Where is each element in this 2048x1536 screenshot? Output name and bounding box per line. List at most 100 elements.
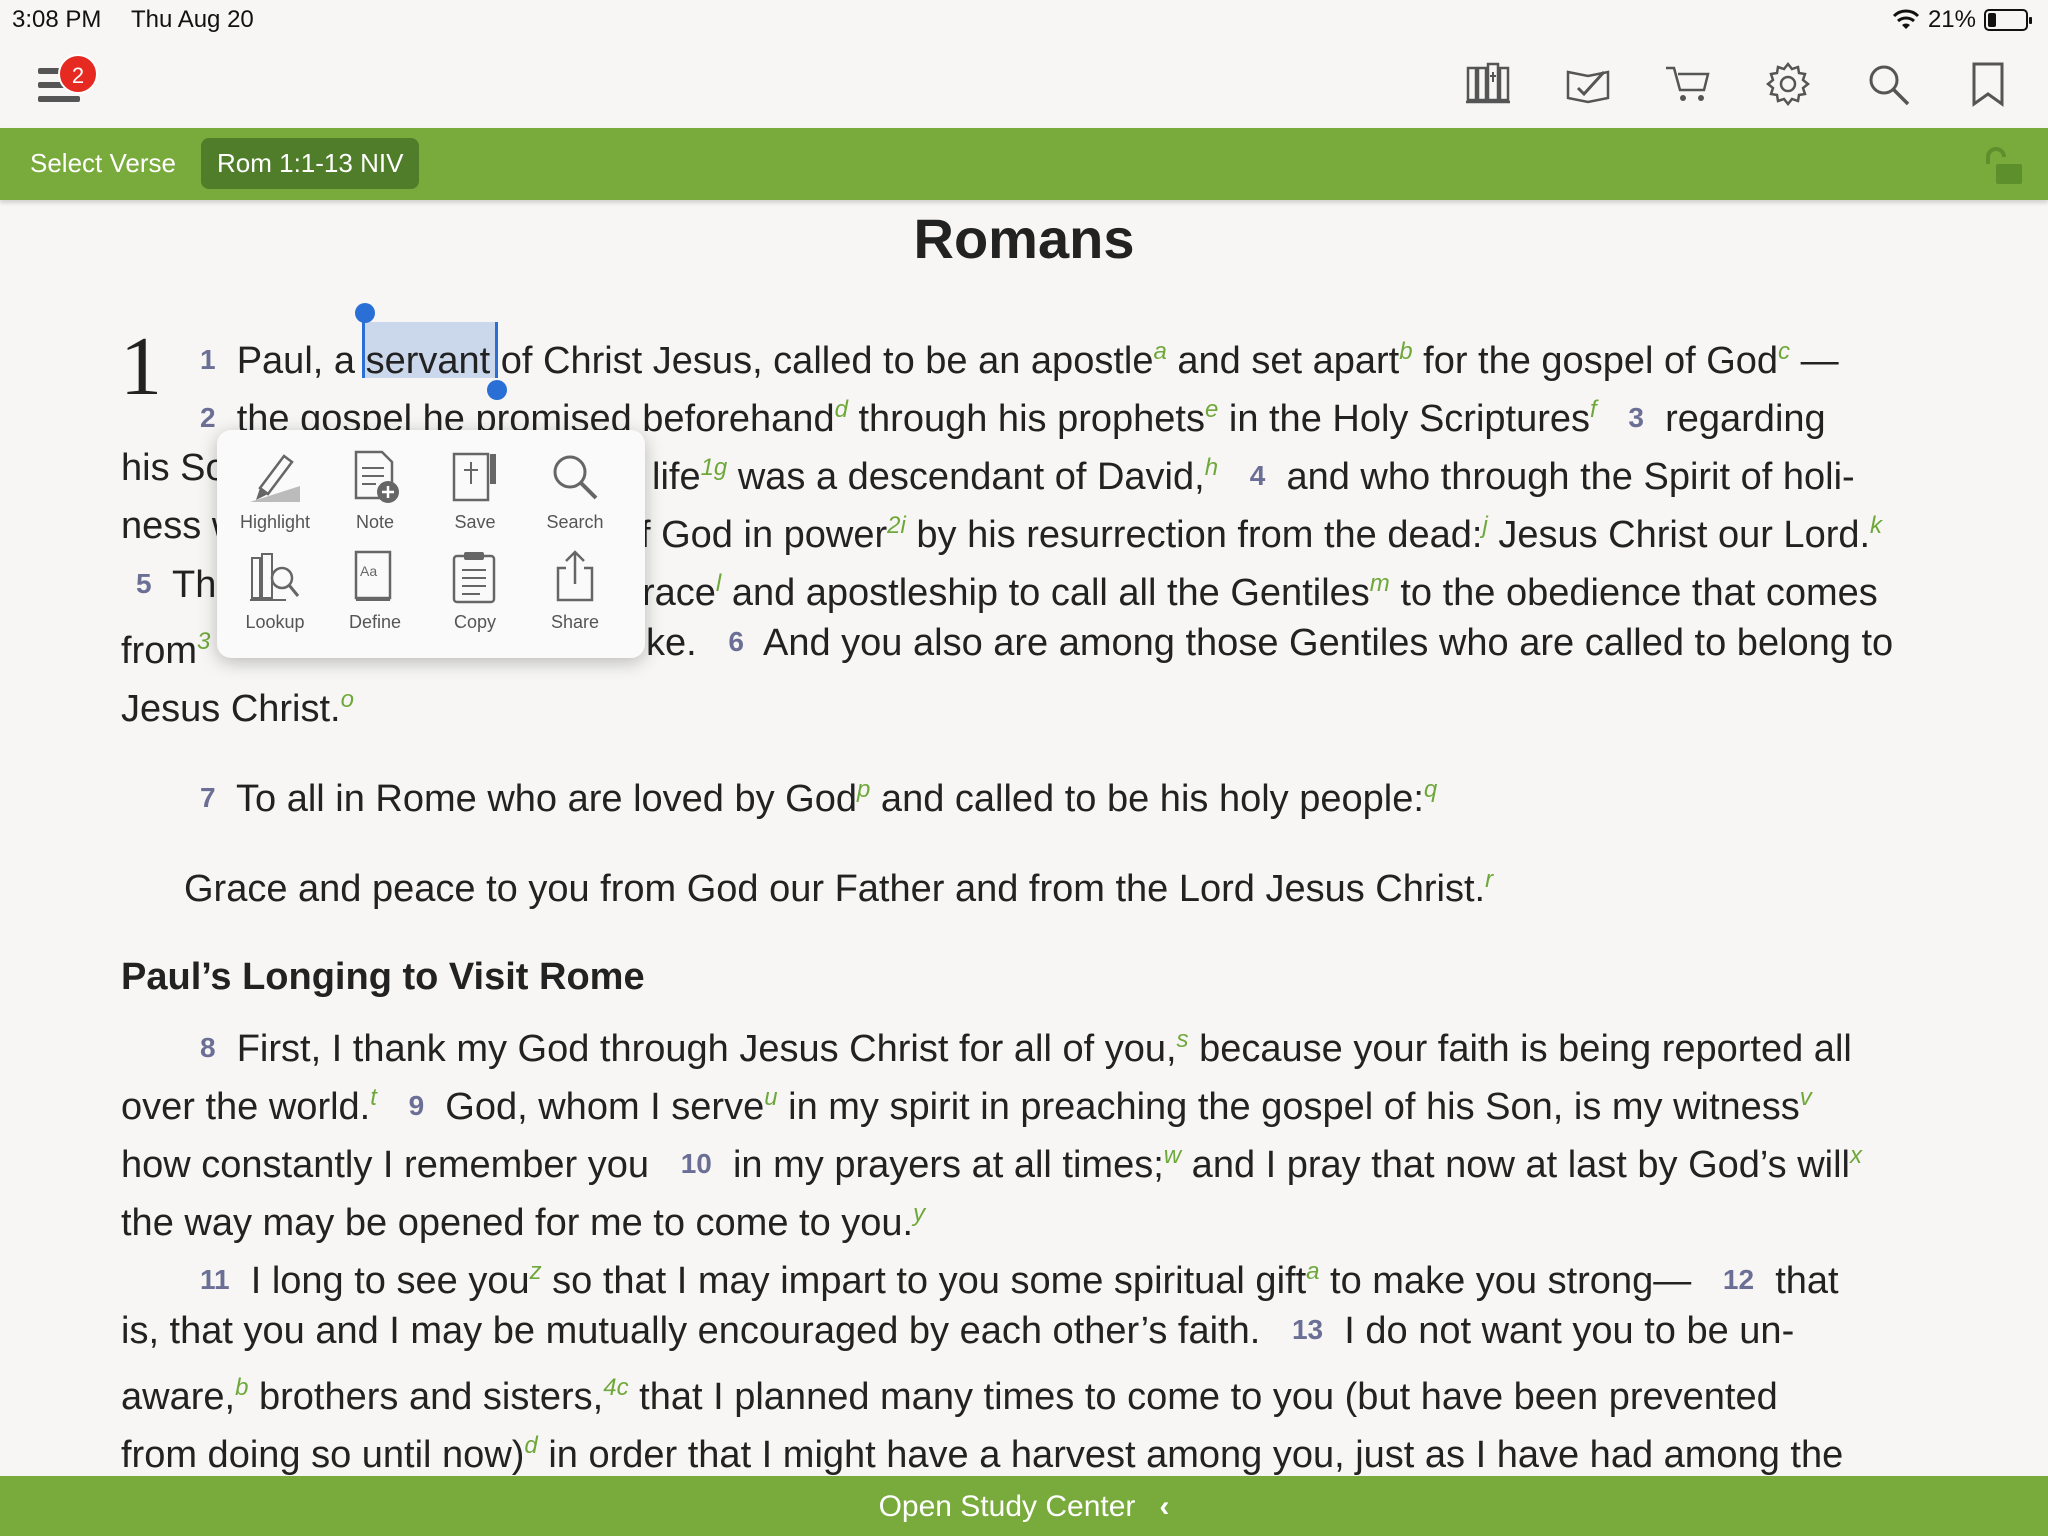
verse-text[interactable]: First, I thank my God through Jesus Chri… xyxy=(237,1028,1177,1070)
footnote-marker[interactable]: b xyxy=(1399,338,1412,365)
verse-text[interactable]: and who through the Spirit of holi- xyxy=(1286,456,1854,498)
gear-icon[interactable] xyxy=(1764,60,1812,108)
verse-text[interactable]: that I planned many times to come to you… xyxy=(629,1376,1778,1418)
verse-text[interactable]: Th xyxy=(172,564,216,606)
define-button[interactable]: Aa Define xyxy=(325,548,425,633)
verse-text[interactable]: and called to be his holy people: xyxy=(870,778,1424,820)
search-icon[interactable] xyxy=(1864,60,1912,108)
verse-text[interactable]: aware, xyxy=(121,1376,235,1418)
copy-button[interactable]: Copy xyxy=(425,548,525,633)
verse-number[interactable]: 5 xyxy=(136,568,152,599)
footnote-marker[interactable]: b xyxy=(235,1374,248,1401)
verse-text[interactable]: regarding xyxy=(1665,398,1826,440)
footnote-marker[interactable]: v xyxy=(1800,1084,1812,1111)
verse-number[interactable]: 7 xyxy=(200,782,216,813)
verse-text[interactable]: f God in power xyxy=(640,514,887,556)
verse-text[interactable]: God, whom I serve xyxy=(445,1086,764,1128)
footnote-marker[interactable]: p xyxy=(857,776,870,803)
verse-text[interactable]: to make you strong— xyxy=(1319,1260,1691,1302)
verse-text[interactable]: Jesus Christ. xyxy=(121,688,341,730)
share-button[interactable]: Share xyxy=(525,548,625,633)
footnote-marker[interactable]: k xyxy=(1870,512,1882,539)
unlock-icon[interactable] xyxy=(1982,144,2026,188)
verse-text[interactable]: because your faith is being reported all xyxy=(1189,1028,1852,1070)
library-icon[interactable] xyxy=(1464,60,1512,108)
select-verse-button[interactable]: Select Verse xyxy=(30,148,176,179)
footnote-marker[interactable]: a xyxy=(1153,338,1166,365)
verse-number[interactable]: 2 xyxy=(200,402,216,433)
footnote-marker[interactable]: f xyxy=(1590,396,1597,423)
verse-text[interactable]: is, that you and I may be mutually encou… xyxy=(121,1310,1260,1352)
verse-text[interactable]: race xyxy=(642,572,716,614)
verse-text[interactable]: the way may be opened for me to come to … xyxy=(121,1202,913,1244)
verse-text[interactable]: for the gospel of God xyxy=(1413,340,1778,382)
verse-text[interactable]: was a descendant of David, xyxy=(727,456,1205,498)
footnote-marker[interactable]: c xyxy=(1778,338,1790,365)
verse-text[interactable]: I long to see you xyxy=(251,1260,530,1302)
footnote-marker[interactable]: 2i xyxy=(887,512,906,539)
cart-icon[interactable] xyxy=(1664,60,1712,108)
verse-number[interactable]: 8 xyxy=(200,1032,216,1063)
verse-text[interactable]: Grace and peace to you from God our Fath… xyxy=(184,868,1485,910)
verse-text[interactable]: that xyxy=(1775,1260,1838,1302)
footnote-marker[interactable]: w xyxy=(1164,1142,1181,1169)
verse-number[interactable]: 6 xyxy=(728,626,744,657)
open-study-center-button[interactable]: Open Study Center ‹ xyxy=(0,1490,2048,1524)
verse-text[interactable]: by his resurrection from the dead: xyxy=(906,514,1482,556)
verse-text[interactable]: in my prayers at all times; xyxy=(733,1144,1164,1186)
footnote-marker[interactable]: d xyxy=(524,1432,537,1459)
verse-number[interactable]: 13 xyxy=(1292,1314,1323,1345)
footnote-marker[interactable]: o xyxy=(341,686,354,713)
reference-button[interactable]: Rom 1:1-13 NIV xyxy=(201,138,420,189)
verse-text[interactable]: — xyxy=(1790,340,1839,382)
verse-text[interactable]: in my spirit in preaching the gospel of … xyxy=(778,1086,1800,1128)
verse-text[interactable]: Paul, a xyxy=(237,340,366,382)
verse-text[interactable]: his So xyxy=(121,447,227,489)
verse-text[interactable]: ke. xyxy=(646,622,697,664)
verse-number[interactable]: 3 xyxy=(1628,402,1644,433)
verse-number[interactable]: 9 xyxy=(409,1090,425,1121)
footnote-marker[interactable]: 1g xyxy=(701,454,728,481)
verse-text[interactable]: To all in Rome who are loved by God xyxy=(236,778,857,820)
footnote-marker[interactable]: u xyxy=(764,1084,777,1111)
verse-text[interactable]: of Christ Jesus, called to be an apostle xyxy=(490,340,1154,382)
footnote-marker[interactable]: q xyxy=(1424,776,1437,803)
verse-number[interactable]: 11 xyxy=(200,1264,230,1295)
verse-text[interactable]: how constantly I remember you xyxy=(121,1144,649,1186)
menu-button[interactable]: 2 xyxy=(38,54,98,108)
note-button[interactable]: Note xyxy=(325,448,425,533)
footnote-marker[interactable]: d xyxy=(835,396,848,423)
verse-number[interactable]: 12 xyxy=(1723,1264,1754,1295)
lookup-button[interactable]: Lookup xyxy=(225,548,325,633)
verse-text[interactable]: over the world. xyxy=(121,1086,370,1128)
verse-number[interactable]: 1 xyxy=(200,344,216,375)
selection-start-handle[interactable] xyxy=(355,303,375,323)
reading-plan-icon[interactable] xyxy=(1564,60,1612,108)
search-button[interactable]: Search xyxy=(525,448,625,533)
verse-text[interactable]: brothers and sisters, xyxy=(248,1376,603,1418)
verse-text[interactable]: and set apart xyxy=(1167,340,1399,382)
verse-text[interactable]: and apostleship to call all the Gentiles xyxy=(721,572,1370,614)
verse-text[interactable]: through his prophets xyxy=(848,398,1204,440)
footnote-marker[interactable]: s xyxy=(1177,1026,1189,1053)
footnote-marker[interactable]: y xyxy=(913,1200,925,1227)
footnote-marker[interactable]: r xyxy=(1485,866,1493,893)
footnote-marker[interactable]: h xyxy=(1205,454,1218,481)
verse-text[interactable]: in order that I might have a harvest amo… xyxy=(538,1434,1843,1476)
selected-word[interactable]: servant xyxy=(366,340,491,382)
verse-text[interactable]: Jesus Christ our Lord. xyxy=(1488,514,1870,556)
footnote-marker[interactable]: e xyxy=(1205,396,1218,423)
footnote-marker[interactable]: z xyxy=(530,1258,542,1285)
verse-text[interactable]: from xyxy=(121,630,197,672)
highlight-button[interactable]: Highlight xyxy=(225,448,325,533)
verse-text[interactable]: from doing so until now) xyxy=(121,1434,524,1476)
verse-text[interactable]: And you also are among those Gentiles wh… xyxy=(763,622,1893,664)
verse-text[interactable]: to the obedience that comes xyxy=(1390,572,1877,614)
verse-text[interactable]: in the Holy Scriptures xyxy=(1218,398,1590,440)
footnote-marker[interactable]: a xyxy=(1306,1258,1319,1285)
bookmark-icon[interactable] xyxy=(1964,60,2012,108)
verse-text[interactable]: so that I may impart to you some spiritu… xyxy=(542,1260,1306,1302)
verse-number[interactable]: 10 xyxy=(681,1148,712,1179)
verse-text[interactable]: I do not want you to be un- xyxy=(1344,1310,1794,1352)
save-button[interactable]: Save xyxy=(425,448,525,533)
